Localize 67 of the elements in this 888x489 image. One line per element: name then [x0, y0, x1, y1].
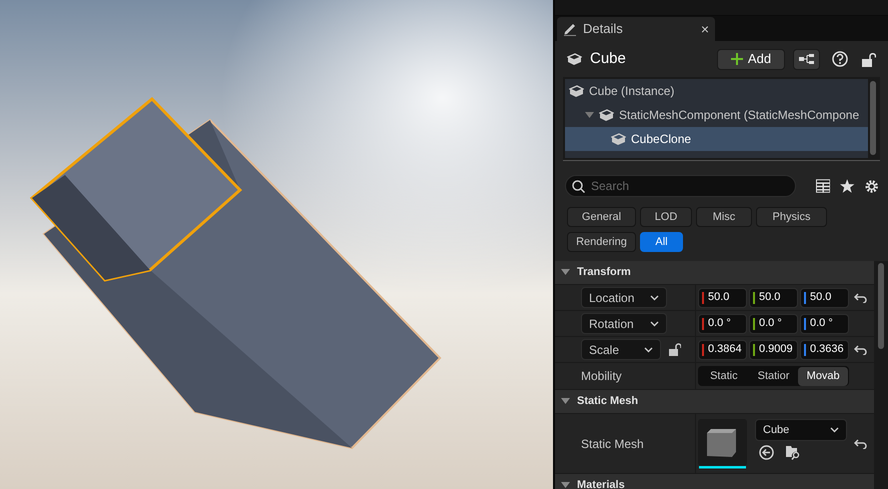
- scrollbar[interactable]: [878, 263, 884, 349]
- settings-icon[interactable]: [864, 178, 878, 194]
- filter-tab[interactable]: Misc: [696, 207, 752, 227]
- transform-mode-dropdown[interactable]: Location: [581, 287, 667, 308]
- number-input-field[interactable]: 0.9009: [749, 340, 798, 360]
- expand-arrow-icon: [561, 482, 570, 489]
- hierarchy-icon: [799, 54, 814, 64]
- filter-tab[interactable]: General: [567, 207, 636, 227]
- cube-icon: [567, 52, 582, 66]
- reset-arrow-icon[interactable]: [854, 344, 866, 354]
- browse-folder-icon[interactable]: [786, 445, 801, 460]
- property-label: Mobility: [581, 368, 622, 385]
- chevron-down-icon: [650, 294, 659, 300]
- number-input-field[interactable]: 50.0: [698, 288, 747, 308]
- mobility-option[interactable]: Static: [699, 366, 749, 386]
- actor-name: Cube: [590, 48, 627, 69]
- section-header[interactable]: Materials: [555, 474, 874, 489]
- search-icon: [572, 180, 585, 192]
- table-view-icon[interactable]: [816, 179, 830, 193]
- component-tree-item[interactable]: CubeClone: [565, 127, 868, 151]
- filter-tab[interactable]: All: [640, 232, 683, 252]
- filter-tab[interactable]: LOD: [640, 207, 692, 227]
- cube-icon: [599, 108, 614, 122]
- property-label: Static Mesh: [581, 436, 644, 452]
- add-button[interactable]: Add: [717, 48, 785, 70]
- number-input-field[interactable]: 50.0: [800, 288, 849, 308]
- number-input-field[interactable]: 0.3636: [800, 340, 849, 360]
- number-input-field[interactable]: 0.3864: [698, 340, 747, 360]
- transform-mode-dropdown[interactable]: Rotation: [581, 313, 667, 334]
- scrollbar[interactable]: [870, 81, 876, 155]
- asset-dropdown[interactable]: Cube: [755, 419, 847, 441]
- details-tab[interactable]: Details ×: [557, 17, 715, 41]
- expand-arrow-icon[interactable]: [585, 112, 594, 118]
- star-icon[interactable]: [840, 179, 855, 193]
- chevron-down-icon: [830, 427, 839, 433]
- number-input-field[interactable]: 0.0 °: [698, 314, 747, 334]
- number-input-field[interactable]: 50.0: [749, 288, 798, 308]
- chevron-down-icon: [650, 320, 659, 326]
- section-header[interactable]: Static Mesh: [555, 390, 874, 414]
- section-header[interactable]: Transform: [555, 261, 874, 285]
- component-tree-item[interactable]: StaticMeshComponent (StaticMeshCompone: [565, 103, 868, 127]
- filter-tab[interactable]: Rendering: [567, 232, 636, 252]
- reset-arrow-icon[interactable]: [854, 438, 866, 448]
- number-input-field[interactable]: 0.0 °: [749, 314, 798, 334]
- help-icon[interactable]: [832, 51, 848, 67]
- filter-tab[interactable]: Physics: [756, 207, 827, 227]
- expand-arrow-icon: [561, 398, 570, 405]
- cube-thumbnail-drawing[interactable]: [698, 419, 747, 469]
- reset-arrow-icon[interactable]: [854, 292, 866, 302]
- transform-mode-dropdown[interactable]: Scale: [581, 339, 661, 360]
- close-button[interactable]: ×: [700, 22, 709, 36]
- mobility-option[interactable]: Statior: [748, 366, 798, 386]
- mobility-option[interactable]: Movab: [798, 366, 848, 386]
- cube-icon: [611, 132, 626, 146]
- tab-title: Details: [583, 20, 624, 38]
- search-input[interactable]: Search: [591, 177, 789, 195]
- search-field[interactable]: Search: [565, 175, 796, 197]
- plus-icon: [730, 53, 743, 65]
- chevron-down-icon: [644, 346, 653, 352]
- pencil-icon: [563, 22, 577, 36]
- number-input-field[interactable]: 0.0 °: [800, 314, 849, 334]
- component-tree-item[interactable]: Cube (Instance): [565, 79, 868, 103]
- unlocked-lock-icon[interactable]: [669, 343, 681, 356]
- blueprint-hierarchy-button[interactable]: [793, 48, 820, 70]
- expand-arrow-icon: [561, 269, 570, 276]
- cube-icon: [569, 84, 584, 98]
- unlocked-lock-icon[interactable]: [862, 52, 876, 66]
